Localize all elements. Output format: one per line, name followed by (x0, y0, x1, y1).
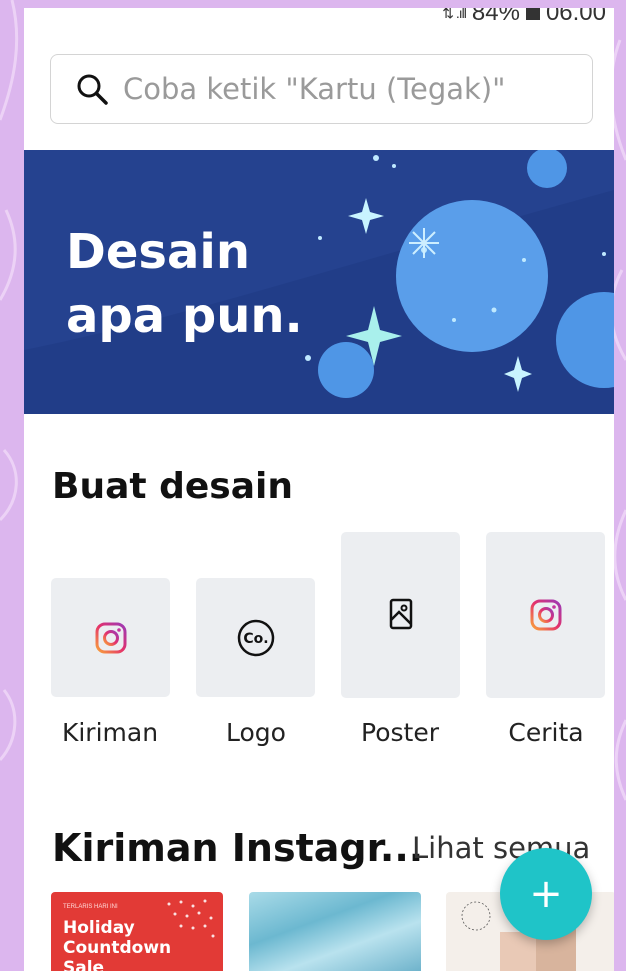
hero-banner[interactable]: Desain apa pun. (24, 150, 614, 414)
plus-icon: + (529, 871, 563, 917)
create-fab-button[interactable]: + (500, 848, 592, 940)
search-icon (77, 74, 108, 105)
instagram-posts-title: Kiriman Instagr... (52, 826, 424, 870)
banner-line-2: apa pun. (66, 288, 303, 344)
signal-icon: ⇅ .ıll (442, 8, 467, 21)
design-card-instagram-story[interactable] (486, 532, 605, 698)
thumbnail-caption: TERLARIS HARI INI (63, 904, 118, 910)
search-bar[interactable] (50, 54, 593, 124)
image-icon (389, 598, 412, 630)
battery-icon (525, 8, 540, 20)
template-thumbnail[interactable] (249, 892, 421, 971)
template-thumbnail[interactable]: TERLARIS HARI INI Holiday Countdown Sale (51, 892, 223, 971)
instagram-icon (530, 599, 561, 631)
clock: 06.00 (545, 8, 606, 26)
logo-co-icon: Co. (237, 619, 274, 656)
status-bar: ⇅ .ıll 84% 06.00 (442, 8, 606, 26)
design-card-instagram-post[interactable] (51, 578, 170, 697)
banner-line-1: Desain (66, 224, 250, 280)
design-card-label: Logo (226, 718, 286, 747)
create-design-title: Buat desain (52, 466, 293, 507)
design-card-label: Kiriman Instagram (46, 718, 173, 763)
instagram-icon (95, 622, 126, 653)
svg-text:Co.: Co. (243, 631, 268, 647)
design-card-logo[interactable]: Co. (196, 578, 315, 697)
banner-headline: Desain apa pun. (66, 220, 326, 348)
design-card-poster[interactable] (341, 532, 460, 698)
thumbnail-title: Holiday Countdown Sale (63, 918, 172, 971)
design-card-label: Cerita Instagram (482, 718, 609, 763)
design-card-label: Poster (361, 718, 439, 747)
app-screen: ⇅ .ıll 84% 06.00 Coba ketik "Kartu (Tega… (24, 8, 614, 971)
search-input[interactable] (123, 72, 583, 106)
battery-percent: 84% (471, 8, 520, 26)
